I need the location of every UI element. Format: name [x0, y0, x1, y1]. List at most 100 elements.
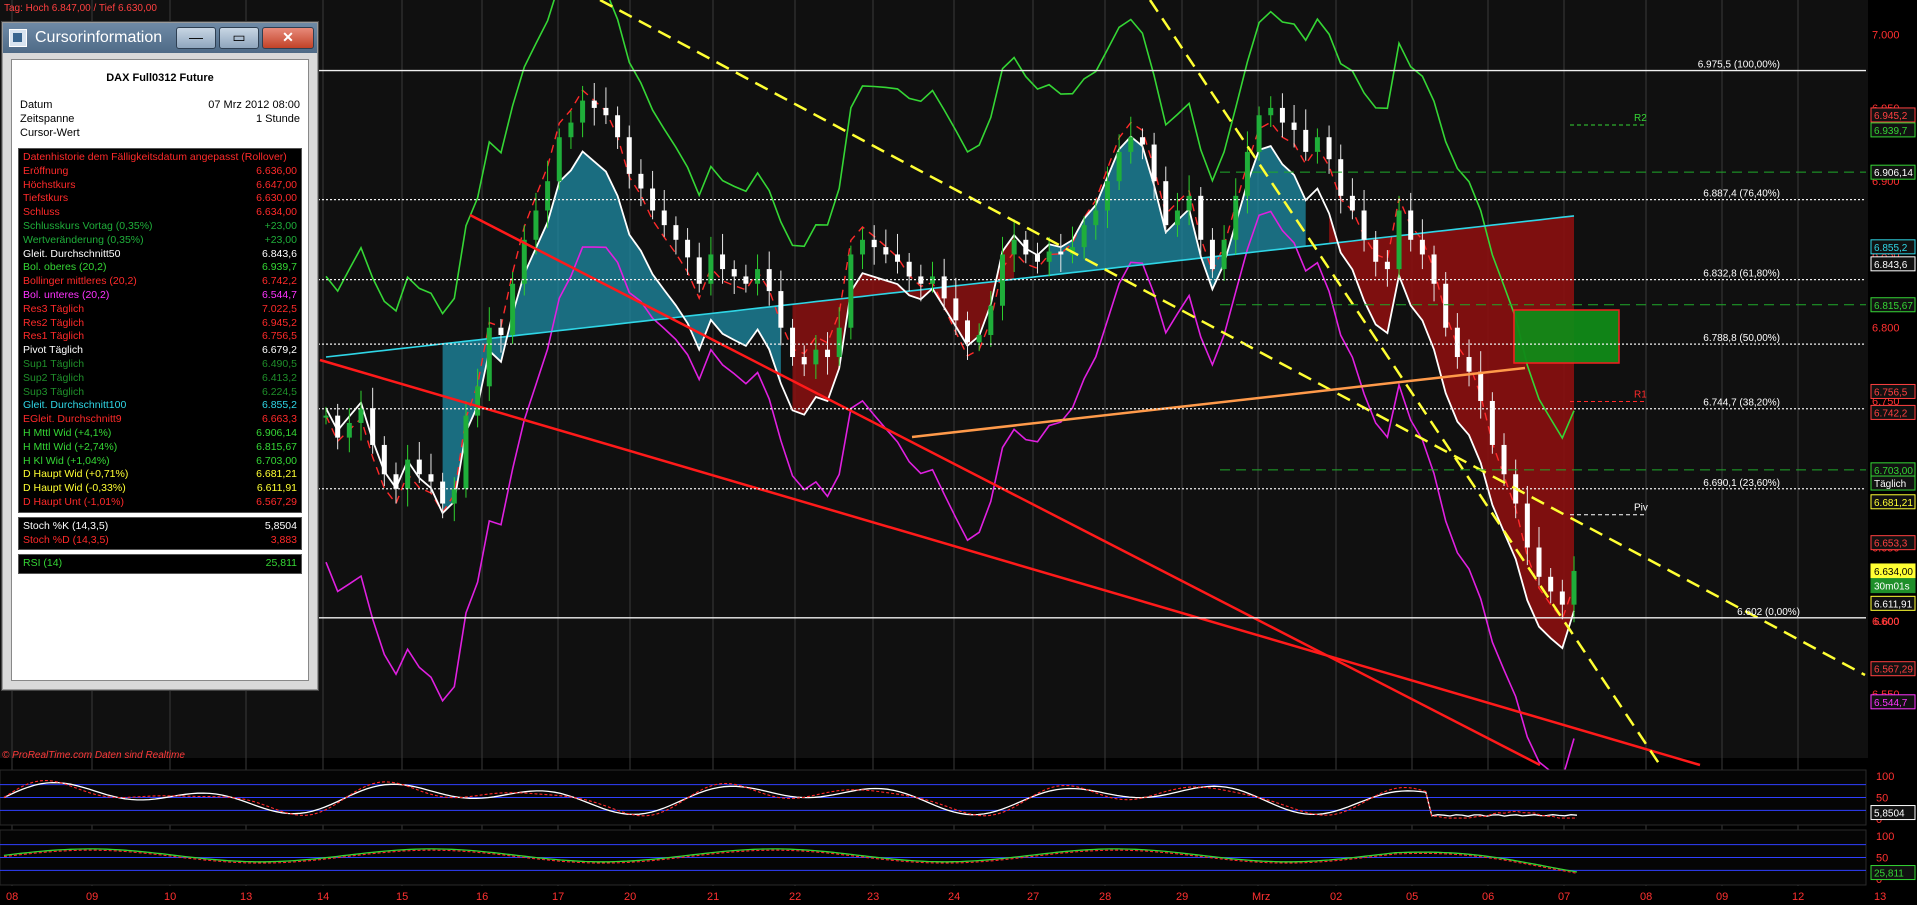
price-tag-label: 6.703,00 — [1874, 466, 1913, 477]
candle-body — [1384, 261, 1390, 270]
candle-body — [545, 181, 551, 211]
x-tick-label: 14 — [317, 891, 329, 903]
candle-body — [1221, 239, 1227, 270]
history-value: 6.413,2 — [261, 371, 297, 384]
candle-body — [1209, 239, 1215, 270]
minimize-button[interactable]: — — [176, 27, 216, 49]
x-tick-label: 20 — [624, 891, 636, 903]
candle-body — [1326, 137, 1332, 160]
info-value: 1 Stunde — [255, 113, 300, 125]
candle-body — [556, 137, 562, 182]
candle-body — [416, 459, 422, 475]
candle-body — [428, 474, 434, 482]
candle-body — [1501, 444, 1507, 475]
candle-body — [1419, 239, 1425, 255]
price-tag-label: 6.939,7 — [1874, 126, 1908, 137]
history-label: D Haupt Unt (-1,01%) — [23, 495, 124, 508]
price-tag-label: 6.815,67 — [1874, 301, 1913, 312]
info-value: 07 Mrz 2012 08:00 — [208, 99, 300, 111]
stoch-block: Stoch %K (14,3,5) 5,8504 Stoch %D (14,3,5)… — [18, 516, 302, 551]
history-row: D Haupt Unt (-1,01%) 6.567,29 — [23, 496, 297, 510]
history-value: 6.634,00 — [256, 206, 297, 219]
price-tag-label: 6.945,2 — [1874, 111, 1908, 122]
history-label: H Kl Wid (+1,04%) — [23, 454, 110, 467]
history-row: Schlusskurs Vortag (0,35%) +23,00 — [23, 220, 297, 234]
history-label: EGleit. Durchschnitt9 — [23, 413, 122, 426]
x-tick-label: 07 — [1558, 891, 1570, 903]
candle-body — [661, 210, 667, 226]
history-value: 6.490,5 — [261, 357, 297, 370]
cursor-info-body: DAX Full0312 Future Datum 07 Mrz 2012 08… — [11, 59, 309, 681]
history-label: Pivot Täglich — [23, 344, 83, 357]
candle-body — [895, 254, 901, 262]
candle-body — [1524, 503, 1530, 548]
candle-body — [790, 327, 796, 358]
fib-level-label: 6.602 (0,00%) — [1737, 607, 1800, 618]
candle-body — [964, 320, 970, 343]
candle-body — [755, 269, 761, 284]
history-label: Sup2 Täglich — [23, 371, 85, 384]
window-title: Cursorinformation — [35, 29, 163, 46]
history-value: 6.843,6 — [261, 247, 297, 260]
history-label: Gleit. Durchschnitt50 — [23, 247, 121, 260]
x-tick-label: 15 — [396, 891, 408, 903]
candle-body — [1174, 210, 1180, 226]
history-value: 7.022,5 — [261, 302, 297, 315]
price-tag-label: 6.756,5 — [1874, 387, 1908, 398]
x-tick-label: 16 — [476, 891, 488, 903]
history-label: Bol. oberes (20,2) — [23, 261, 107, 274]
history-row: Tiefstkurs 6.630,00 — [23, 192, 297, 206]
candle-body — [1373, 239, 1379, 262]
top-status: Tag: Hoch 6.847,00 / Tief 6.630,00 — [4, 3, 157, 14]
candle-body — [405, 459, 411, 489]
candle-body — [510, 283, 516, 336]
candle-body — [976, 335, 982, 343]
target-zone[interactable] — [1513, 309, 1620, 364]
info-label: Datum — [20, 99, 53, 111]
osc-y-tick: 50 — [1876, 853, 1888, 865]
history-value: 6.630,00 — [256, 192, 297, 205]
history-value: 6.636,00 — [256, 164, 297, 177]
x-tick-label: 22 — [789, 891, 801, 903]
fib-level-label: 6.832,8 (61,80%) — [1703, 269, 1780, 280]
price-tag-label: 6.634,00 — [1874, 567, 1913, 578]
rsi-value: 25,811 — [265, 557, 297, 570]
history-label: Schluss — [23, 206, 60, 219]
cursor-info-window[interactable]: Cursorinformation — ▭ ✕ DAX Full0312 Fut… — [2, 22, 318, 690]
info-row: Cursor-Wert — [20, 126, 300, 140]
candle-body — [568, 122, 574, 138]
candle-body — [475, 386, 481, 416]
history-value: 6.945,2 — [261, 316, 297, 329]
candle-body — [836, 327, 842, 358]
candle-body — [720, 254, 726, 270]
info-label: Zeitspanne — [20, 113, 75, 125]
history-row: D Haupt Wid (-0,33%) 6.611,91 — [23, 482, 297, 496]
candle-body — [801, 357, 807, 365]
close-button[interactable]: ✕ — [262, 27, 314, 49]
history-label: Gleit. Durchschnitt100 — [23, 399, 127, 412]
candle-body — [1303, 129, 1309, 152]
fib-level-label: 6.744,7 (38,20%) — [1703, 398, 1780, 409]
candle-body — [1163, 181, 1169, 226]
history-title-text: Datenhistorie dem Fälligkeitsdatum angep… — [23, 151, 287, 163]
app-icon — [9, 29, 27, 47]
history-label: D Haupt Wid (-0,33%) — [23, 482, 126, 495]
candle-body — [521, 239, 527, 284]
price-tag-label: 6.906,14 — [1874, 168, 1913, 179]
x-tick-label: 29 — [1176, 891, 1188, 903]
candle-body — [871, 239, 877, 248]
window-titlebar[interactable]: Cursorinformation — ▭ ✕ — [3, 23, 317, 53]
osc-value-label: 5,8504 — [1874, 809, 1905, 820]
candle-body — [440, 481, 446, 504]
candle-body — [1128, 137, 1134, 152]
history-value: 6.756,5 — [261, 330, 297, 343]
history-value: 6.663,3 — [261, 413, 297, 426]
pivot-label: R2 — [1634, 113, 1647, 124]
x-tick-label: 17 — [552, 891, 564, 903]
maximize-button[interactable]: ▭ — [219, 27, 259, 49]
candle-body — [953, 298, 959, 321]
osc-y-tick: 100 — [1876, 771, 1894, 783]
candle-body — [1104, 181, 1110, 211]
x-tick-label: 09 — [1716, 891, 1728, 903]
history-row: Sup2 Täglich 6.413,2 — [23, 372, 297, 386]
